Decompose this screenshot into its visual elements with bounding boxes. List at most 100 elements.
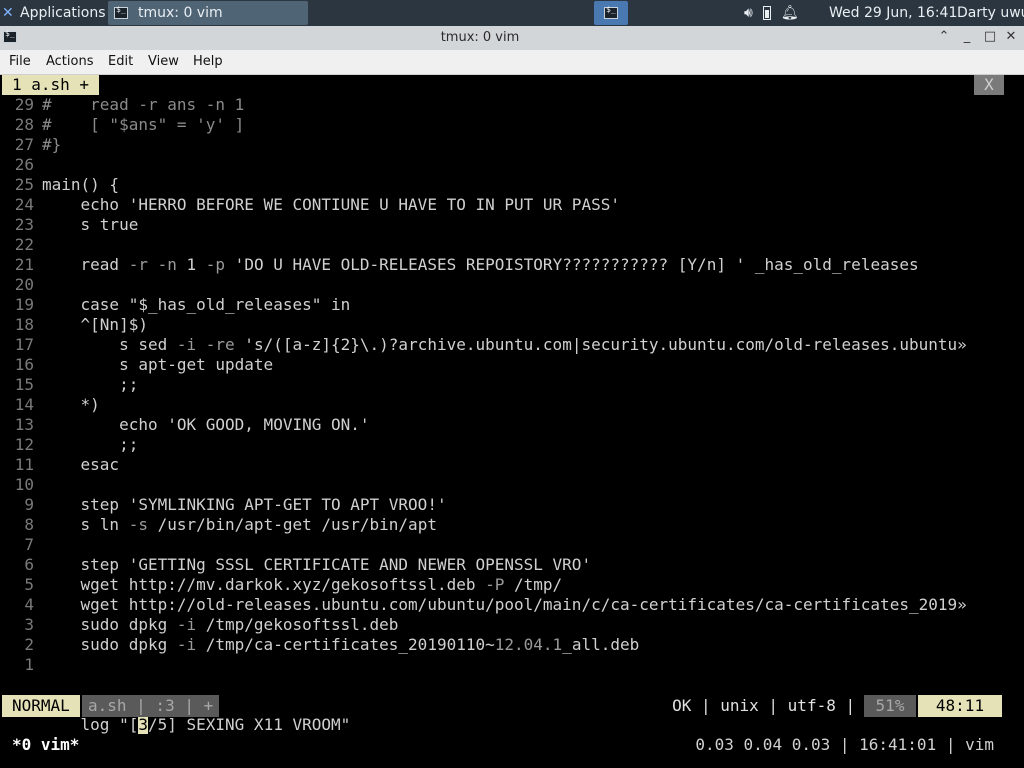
menu-file[interactable]: File [9, 54, 31, 69]
buffer-line[interactable]: 6 step 'GETTINg SSSL CERTIFICATE AND NEW… [2, 555, 1022, 575]
buffer-line[interactable]: 18 ^[Nn]$) [2, 315, 1022, 335]
buffer-line[interactable]: 15 ;; [2, 375, 1022, 395]
line-number: 23 [14, 215, 34, 234]
buffer-line[interactable]: 28 # [ "$ans" = 'y' ] [2, 115, 1022, 135]
close-icon[interactable]: ✕ [1002, 29, 1020, 44]
tmux-status-right: 0.03 0.04 0.03 | 16:41:01 | vim [695, 735, 994, 754]
buffer-line[interactable]: 10 [2, 475, 1022, 495]
line-number: 2 [24, 635, 34, 654]
line-text: echo 'HERRO BEFORE WE CONTIUNE U HAVE TO… [42, 195, 620, 214]
vim-tab-close-button[interactable]: X [974, 75, 1004, 95]
top-panel: ✕ Applications tmux: 0 vim 🔊︎ 🔔︎ Wed 29 … [0, 0, 1024, 26]
applications-label: Applications [20, 5, 106, 21]
current-line[interactable]: 48 log "[3/5] SEXING X11 VROOM" [2, 675, 1022, 734]
battery-icon[interactable] [762, 6, 771, 20]
menu-bar: File Actions Edit View Help [0, 50, 1024, 75]
taskbar-label: tmux: 0 vim [138, 5, 223, 21]
buffer-line[interactable]: 27 #} [2, 135, 1022, 155]
vim-cursor-position: 48:11 [918, 695, 1002, 717]
vim-scroll-percent: 51% [864, 695, 916, 717]
current-line-after: /5] SEXING X11 VROOM" [147, 715, 351, 734]
line-text: s apt-get update [42, 355, 274, 374]
line-text: sudo dpkg -i /tmp/gekosoftssl.deb [42, 615, 399, 634]
workspace-pager[interactable] [594, 1, 628, 25]
buffer-line[interactable]: 20 [2, 275, 1022, 295]
terminal-area[interactable]: 1 a.sh + X 29 # read -r ans -n 1 28 # [ "$a… [2, 75, 1022, 765]
buffer-line[interactable]: 25 main() { [2, 175, 1022, 195]
terminal-icon [114, 5, 128, 19]
notification-bell-icon[interactable]: 🔔︎ [781, 5, 799, 21]
line-number: 9 [24, 495, 34, 514]
line-number: 12 [14, 435, 34, 454]
applications-menu[interactable]: ✕ Applications [2, 0, 106, 26]
buffer-line[interactable]: 21 read -r -n 1 -p 'DO U HAVE OLD-RELEAS… [2, 255, 1022, 275]
line-number: 3 [24, 615, 34, 634]
buffer-line[interactable]: 23 s true [2, 215, 1022, 235]
line-text: s sed -i -re 's/([a-z]{2}\.)?archive.ubu… [42, 335, 967, 354]
buffer-line[interactable]: 13 echo 'OK GOOD, MOVING ON.' [2, 415, 1022, 435]
line-number: 17 [14, 335, 34, 354]
menu-actions[interactable]: Actions [46, 54, 94, 69]
line-number: 28 [14, 115, 34, 134]
buffer-line[interactable]: 19 case "$_has_old_releases" in [2, 295, 1022, 315]
terminal-icon [604, 5, 618, 19]
buffer-line[interactable]: 1 [2, 655, 1022, 675]
line-text: case "$_has_old_releases" in [42, 295, 351, 314]
panel-clock[interactable]: Wed 29 Jun, 16:41 [829, 0, 957, 26]
buffer-line[interactable]: 24 echo 'HERRO BEFORE WE CONTIUNE U HAVE… [2, 195, 1022, 215]
window-titlebar[interactable]: tmux: 0 vim ⌃ _ □ ✕ [0, 26, 1024, 50]
line-number: 26 [14, 155, 34, 174]
line-text: ;; [42, 375, 139, 394]
buffer-line[interactable]: 5 wget http://mv.darkok.xyz/gekosoftssl.… [2, 575, 1022, 595]
buffer-line[interactable]: 22 [2, 235, 1022, 255]
line-number: 6 [24, 555, 34, 574]
line-text: sudo dpkg -i /tmp/ca-certificates_201901… [42, 635, 640, 654]
line-text: # read -r ans -n 1 [42, 95, 245, 114]
buffer-line[interactable]: 4 wget http://old-releases.ubuntu.com/ub… [2, 595, 1022, 615]
menu-help[interactable]: Help [193, 54, 223, 69]
line-number: 8 [24, 515, 34, 534]
buffer-line[interactable]: 7 [2, 535, 1022, 555]
buffer-line[interactable]: 14 *) [2, 395, 1022, 415]
buffer-line[interactable]: 2 sudo dpkg -i /tmp/ca-certificates_2019… [2, 635, 1022, 655]
buffer-line[interactable]: 3 sudo dpkg -i /tmp/gekosoftssl.deb [2, 615, 1022, 635]
buffer-line[interactable]: 26 [2, 155, 1022, 175]
line-text: ;; [42, 435, 139, 454]
vim-statusline: NORMAL a.sh | :3 | + OK | unix | utf-8 |… [2, 695, 1022, 717]
line-number: 21 [14, 255, 34, 274]
line-text: esac [42, 455, 120, 474]
line-number: 4 [24, 595, 34, 614]
line-text: s true [42, 215, 139, 234]
line-number: 5 [24, 575, 34, 594]
vim-tab-a-sh[interactable]: 1 a.sh + [2, 75, 100, 95]
line-text: read -r -n 1 -p 'DO U HAVE OLD-RELEASES … [42, 255, 919, 274]
minimize-icon[interactable]: _ [958, 29, 976, 44]
line-number: 16 [14, 355, 34, 374]
user-menu[interactable]: Darty uwu [957, 0, 1024, 26]
maximize-icon[interactable]: □ [981, 29, 999, 44]
line-text: s ln -s /usr/bin/apt-get /usr/bin/apt [42, 515, 437, 534]
menu-view[interactable]: View [148, 54, 179, 69]
shade-icon[interactable]: ⌃ [935, 29, 953, 44]
buffer-line[interactable]: 9 step 'SYMLINKING APT-GET TO APT VROO!' [2, 495, 1022, 515]
volume-icon[interactable]: 🔊︎ [744, 5, 753, 21]
menu-edit[interactable]: Edit [108, 54, 133, 69]
tmux-status-bar: *0 vim* 0.03 0.04 0.03 | 16:41:01 | vim [2, 735, 1022, 755]
tmux-window-label[interactable]: *0 vim* [12, 735, 79, 755]
line-number: 19 [14, 295, 34, 314]
taskbar-button-tmux[interactable]: tmux: 0 vim [108, 1, 308, 25]
current-line-text: log "[3/5] SEXING X11 VROOM" [42, 715, 350, 735]
buffer-line[interactable]: 12 ;; [2, 435, 1022, 455]
buffer-line[interactable]: 17 s sed -i -re 's/([a-z]{2}\.)?archive.… [2, 335, 1022, 355]
line-number: 7 [24, 535, 34, 554]
buffer-line[interactable]: 29 # read -r ans -n 1 [2, 95, 1022, 115]
vim-file-segment: a.sh | :3 | + [82, 695, 220, 717]
line-text: # [ "$ans" = 'y' ] [42, 115, 245, 134]
line-text: step 'SYMLINKING APT-GET TO APT VROO!' [42, 495, 447, 514]
line-text: *) [42, 395, 100, 414]
buffer-line[interactable]: 8 s ln -s /usr/bin/apt-get /usr/bin/apt [2, 515, 1022, 535]
line-number: 24 [14, 195, 34, 214]
buffer-line[interactable]: 16 s apt-get update [2, 355, 1022, 375]
buffer-line[interactable]: 11 esac [2, 455, 1022, 475]
text-cursor: 3 [138, 715, 148, 734]
